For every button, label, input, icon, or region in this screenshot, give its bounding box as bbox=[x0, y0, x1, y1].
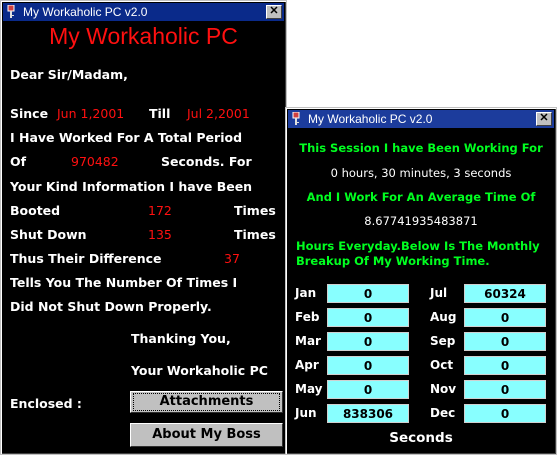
session-close-button[interactable]: ✕ bbox=[536, 112, 552, 126]
month-field-jan: 0 bbox=[327, 284, 409, 303]
till-label: Till bbox=[149, 106, 171, 121]
main-close-button[interactable]: ✕ bbox=[266, 5, 282, 19]
shutdown-times: Times bbox=[234, 227, 276, 242]
month-field-jul: 60324 bbox=[464, 284, 546, 303]
month-field-sep: 0 bbox=[464, 332, 546, 351]
about-boss-button-label: About My Boss bbox=[152, 427, 261, 442]
month-label-jul: Jul bbox=[430, 286, 448, 300]
tells-line: Tells You The Number Of Times I bbox=[10, 275, 238, 290]
key-icon bbox=[7, 5, 15, 18]
session-title-bar[interactable]: My Workaholic PC v2.0 ✕ bbox=[288, 110, 554, 128]
month-field-jun: 838306 bbox=[327, 404, 409, 423]
month-label-dec: Dec bbox=[430, 406, 456, 420]
average-value: 8.67741935483871 bbox=[364, 214, 478, 228]
month-label-jan: Jan bbox=[295, 286, 317, 300]
month-label-mar: Mar bbox=[295, 334, 321, 348]
session-window: My Workaholic PC v2.0 ✕ This Session I h… bbox=[285, 107, 557, 455]
main-heading: My Workaholic PC bbox=[49, 23, 238, 49]
month-label-oct: Oct bbox=[430, 358, 454, 372]
month-field-apr: 0 bbox=[327, 356, 409, 375]
session-duration: 0 hours, 30 minutes, 3 seconds bbox=[330, 166, 512, 180]
attachments-button[interactable]: Attachments bbox=[130, 391, 283, 413]
month-field-feb: 0 bbox=[327, 308, 409, 327]
about-boss-button[interactable]: About My Boss bbox=[130, 423, 283, 447]
session-heading: This Session I have Been Working For bbox=[299, 141, 543, 155]
info-line: Your Kind Information I have Been bbox=[10, 179, 253, 194]
booted-label: Booted bbox=[10, 203, 61, 218]
month-label-apr: Apr bbox=[295, 358, 319, 372]
till-date: Jul 2,2001 bbox=[187, 106, 250, 121]
of-label: Of bbox=[10, 154, 27, 169]
month-label-aug: Aug bbox=[430, 310, 457, 324]
month-label-sep: Sep bbox=[430, 334, 456, 348]
monthly-line-1: Hours Everyday.Below Is The Monthly bbox=[296, 239, 540, 253]
seconds-value: 970482 bbox=[71, 154, 119, 169]
month-label-nov: Nov bbox=[430, 382, 457, 396]
main-window-title: My Workaholic PC v2.0 bbox=[23, 5, 148, 19]
main-window: My Workaholic PC v2.0 ✕ My Workaholic PC… bbox=[0, 0, 287, 455]
enclosed-label: Enclosed : bbox=[10, 396, 82, 411]
worked-line: I Have Worked For A Total Period bbox=[10, 130, 243, 145]
seconds-footer: Seconds bbox=[389, 430, 453, 446]
attachments-button-label: Attachments bbox=[132, 393, 281, 411]
month-field-may: 0 bbox=[327, 380, 409, 399]
month-field-dec: 0 bbox=[464, 404, 546, 423]
since-label: Since bbox=[10, 106, 49, 121]
difference-value: 37 bbox=[224, 251, 240, 266]
signature-text: Your Workaholic PC bbox=[131, 363, 268, 378]
session-window-title: My Workaholic PC v2.0 bbox=[308, 112, 433, 126]
month-field-mar: 0 bbox=[327, 332, 409, 351]
key-icon bbox=[292, 112, 300, 125]
booted-times: Times bbox=[234, 203, 276, 218]
month-label-jun: Jun bbox=[295, 406, 317, 420]
month-field-oct: 0 bbox=[464, 356, 546, 375]
did-not-line: Did Not Shut Down Properly. bbox=[10, 299, 212, 314]
main-title-bar[interactable]: My Workaholic PC v2.0 ✕ bbox=[3, 3, 284, 21]
average-heading: And I Work For An Average Time Of bbox=[306, 190, 536, 204]
month-field-nov: 0 bbox=[464, 380, 546, 399]
greeting: Dear Sir/Madam, bbox=[10, 67, 128, 82]
close-icon: ✕ bbox=[269, 5, 279, 17]
month-label-may: May bbox=[295, 382, 323, 396]
thanking-text: Thanking You, bbox=[131, 331, 231, 346]
shutdown-value: 135 bbox=[148, 227, 172, 242]
monthly-line-2: Breakup Of My Working Time. bbox=[296, 254, 490, 268]
month-field-aug: 0 bbox=[464, 308, 546, 327]
since-date: Jun 1,2001 bbox=[57, 106, 125, 121]
shutdown-label: Shut Down bbox=[10, 227, 87, 242]
difference-label: Thus Their Difference bbox=[10, 251, 162, 266]
seconds-label: Seconds. For bbox=[161, 154, 252, 169]
month-label-feb: Feb bbox=[295, 310, 320, 324]
booted-value: 172 bbox=[148, 203, 172, 218]
close-icon: ✕ bbox=[539, 112, 549, 124]
